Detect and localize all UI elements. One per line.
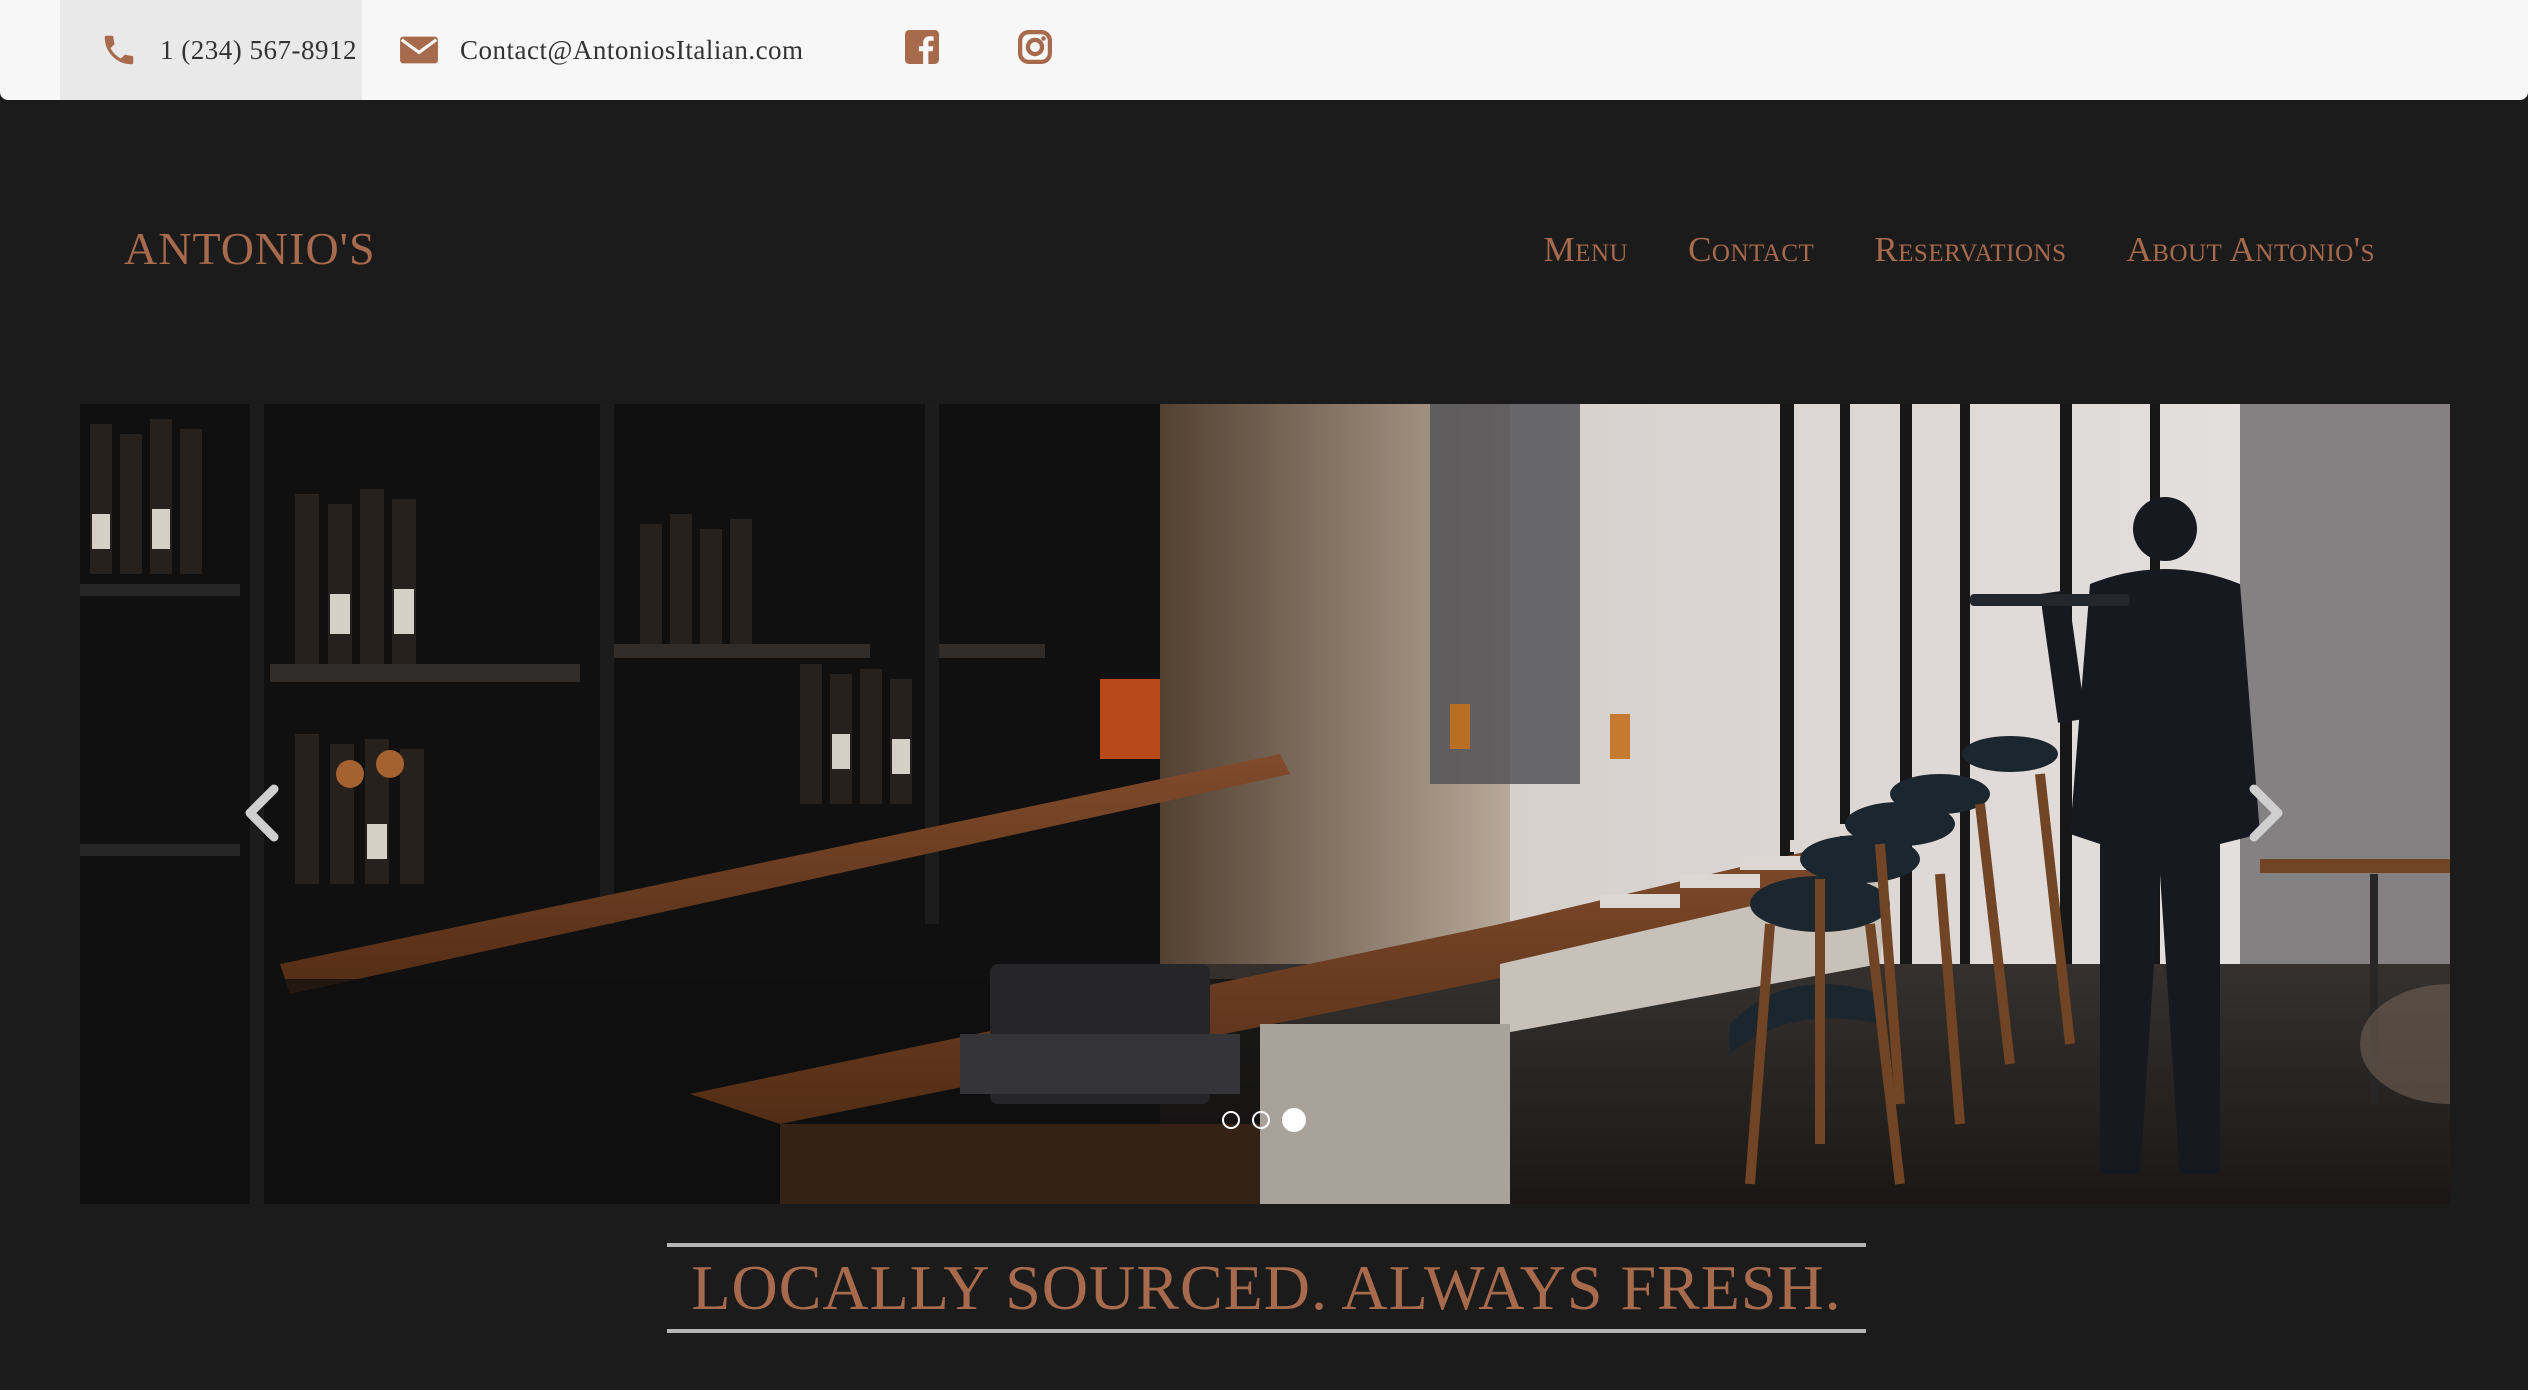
brand-logo[interactable]: ANTONIO'S	[124, 222, 376, 275]
phone-link[interactable]: 1 (234) 567-8912	[60, 0, 362, 100]
email-link[interactable]: Contact@AntoniosItalian.com	[400, 0, 804, 100]
nav-item-contact[interactable]: Contact	[1688, 230, 1814, 270]
chevron-right-icon	[2246, 783, 2286, 848]
carousel-indicator-1[interactable]	[1222, 1111, 1240, 1129]
carousel-indicators	[1222, 1108, 1318, 1132]
facebook-link[interactable]	[905, 0, 939, 100]
tagline: LOCALLY SOURCED. ALWAYS FRESH.	[667, 1243, 1866, 1333]
carousel-prev-button[interactable]	[232, 770, 292, 860]
nav-item-about[interactable]: About Antonio's	[2127, 230, 2376, 270]
main-nav: Menu Contact Reservations About Antonio'…	[1484, 230, 2375, 270]
email-address: Contact@AntoniosItalian.com	[460, 34, 804, 65]
envelope-icon	[400, 35, 438, 65]
instagram-link[interactable]	[1018, 0, 1052, 100]
facebook-icon	[905, 29, 939, 71]
nav-item-reservations[interactable]: Reservations	[1874, 230, 2066, 270]
carousel-indicator-2[interactable]	[1252, 1111, 1270, 1129]
restaurant-bar-photo	[80, 404, 2450, 1204]
nav-item-menu[interactable]: Menu	[1544, 230, 1629, 270]
phone-number: 1 (234) 567-8912	[160, 34, 357, 65]
tagline-text: LOCALLY SOURCED. ALWAYS FRESH.	[691, 1252, 1842, 1323]
contact-bar: 1 (234) 567-8912 Contact@AntoniosItalian…	[0, 0, 2528, 100]
chevron-left-icon	[242, 783, 282, 848]
carousel-indicator-3[interactable]	[1282, 1108, 1306, 1132]
instagram-icon	[1018, 29, 1052, 71]
carousel-next-button[interactable]	[2236, 770, 2296, 860]
hero-carousel	[80, 404, 2450, 1204]
phone-icon	[100, 31, 138, 69]
